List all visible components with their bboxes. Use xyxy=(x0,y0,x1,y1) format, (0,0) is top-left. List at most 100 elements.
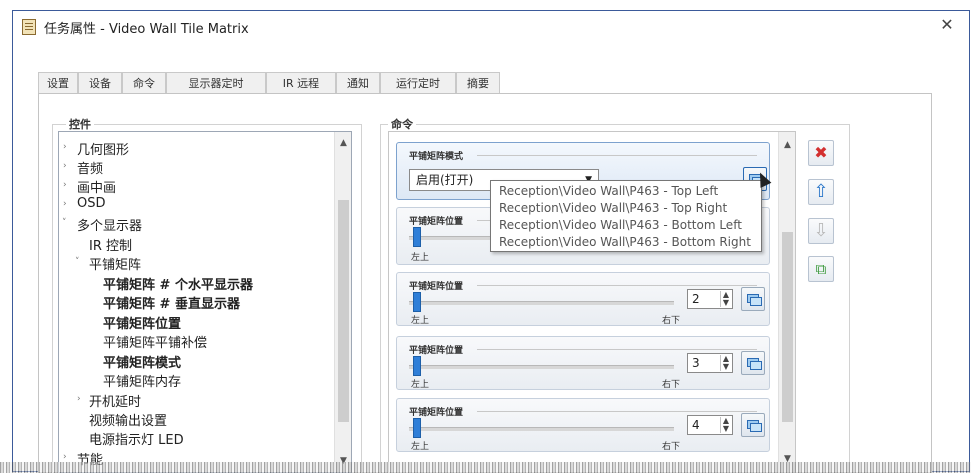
command-card-position-2[interactable]: 平铺矩阵位置 左上 右下 2 ▲ ▼ xyxy=(396,272,770,326)
scroll-up-arrow[interactable]: ▲ xyxy=(779,140,795,150)
close-button[interactable]: ✕ xyxy=(936,14,958,36)
position-value: 3 xyxy=(692,356,700,370)
copy-command-button[interactable]: ⧉ xyxy=(808,256,834,282)
commands-scrollbar[interactable]: ▲ ▼ xyxy=(778,132,795,472)
delete-icon: ✖ xyxy=(814,143,828,162)
slider-min-label: 左上 xyxy=(411,253,430,263)
command-title: 平铺矩阵位置 xyxy=(409,282,464,292)
tree-item-tile-matrix[interactable]: 平铺矩阵 xyxy=(89,254,141,273)
collapse-arrow-icon[interactable]: ˅ xyxy=(75,257,80,267)
position-slider-thumb[interactable] xyxy=(413,292,421,312)
tree-item-geometry[interactable]: 几何图形 xyxy=(77,139,129,158)
tab-commands[interactable]: 命令 xyxy=(122,72,166,94)
controls-label: 控件 xyxy=(66,116,94,132)
expand-arrow-icon[interactable]: › xyxy=(63,199,67,209)
monitor-icon xyxy=(750,423,762,432)
position-slider-thumb[interactable] xyxy=(413,356,421,376)
command-title: 平铺矩阵位置 xyxy=(409,346,464,356)
divider xyxy=(477,155,757,156)
position-value: 2 xyxy=(692,292,700,306)
tree-scrollbar[interactable]: ▲ ▼ xyxy=(334,132,351,472)
move-up-button[interactable]: ⇧ xyxy=(808,179,834,205)
stepper-arrows[interactable]: ▲ ▼ xyxy=(720,355,731,371)
position-stepper[interactable]: 2 ▲ ▼ xyxy=(687,289,733,309)
tree-item-osd[interactable]: OSD xyxy=(77,196,106,211)
command-title: 平铺矩阵位置 xyxy=(409,217,464,227)
divider xyxy=(477,411,757,412)
tab-notifications[interactable]: 通知 xyxy=(336,72,380,94)
position-value: 4 xyxy=(692,418,700,432)
delete-command-button[interactable]: ✖ xyxy=(808,140,834,166)
task-properties-icon xyxy=(22,19,36,35)
expand-arrow-icon[interactable]: › xyxy=(77,394,81,404)
monitor-icon xyxy=(750,297,762,306)
tree-item-pip[interactable]: 画中画 xyxy=(77,177,116,196)
position-stepper[interactable]: 4 ▲ ▼ xyxy=(687,415,733,435)
position-slider-track[interactable] xyxy=(409,427,674,431)
expand-arrow-icon[interactable]: › xyxy=(63,161,67,171)
controls-tree[interactable]: › 几何图形 › 音频 › 画中画 › OSD ˅ 多个显示器 IR 控制 ˅ … xyxy=(58,131,352,473)
divider xyxy=(477,285,757,286)
tree-item-power-on-delay[interactable]: 开机延时 xyxy=(89,391,141,410)
position-stepper[interactable]: 3 ▲ ▼ xyxy=(687,353,733,373)
tree-item-h-monitors[interactable]: 平铺矩阵 # 个水平显示器 xyxy=(103,274,253,293)
tab-ir-remote[interactable]: IR 远程 xyxy=(266,72,336,94)
expand-arrow-icon[interactable]: › xyxy=(63,180,67,190)
tree-item-power-led[interactable]: 电源指示灯 LED xyxy=(89,429,184,448)
expand-arrow-icon[interactable]: › xyxy=(63,142,67,152)
collapse-arrow-icon[interactable]: ˅ xyxy=(62,218,67,228)
slider-min-label: 左上 xyxy=(411,380,430,390)
displays-popup: Reception\Video Wall\P463 - Top Left Rec… xyxy=(490,180,762,252)
window-title: 任务属性 - Video Wall Tile Matrix xyxy=(44,22,249,37)
slider-max-label: 右下 xyxy=(662,442,681,452)
tab-display-timing[interactable]: 显示器定时 xyxy=(166,72,266,94)
tree-item-compensation[interactable]: 平铺矩阵平铺补偿 xyxy=(103,332,207,351)
command-title: 平铺矩阵模式 xyxy=(409,152,464,162)
select-displays-button[interactable] xyxy=(741,287,765,311)
select-displays-button[interactable] xyxy=(741,413,765,437)
command-title: 平铺矩阵位置 xyxy=(409,408,464,418)
divider xyxy=(477,349,757,350)
scroll-thumb[interactable] xyxy=(782,232,793,422)
slider-min-label: 左上 xyxy=(411,316,430,326)
slider-min-label: 左上 xyxy=(411,442,430,452)
bottom-edge xyxy=(0,462,971,473)
copy-icon: ⧉ xyxy=(815,260,827,278)
tab-devices[interactable]: 设备 xyxy=(78,72,122,94)
popup-display-item: Reception\Video Wall\P463 - Bottom Right xyxy=(499,235,751,249)
slider-max-label: 右下 xyxy=(662,316,681,326)
position-slider-track[interactable] xyxy=(409,301,674,305)
popup-display-item: Reception\Video Wall\P463 - Top Right xyxy=(499,201,728,215)
arrow-down-icon: ⇩ xyxy=(813,220,829,241)
arrow-up-icon: ⇧ xyxy=(813,181,829,202)
stepper-arrows[interactable]: ▲ ▼ xyxy=(720,291,731,307)
popup-display-item: Reception\Video Wall\P463 - Bottom Left xyxy=(499,218,742,232)
command-card-position-3[interactable]: 平铺矩阵位置 左上 右下 3 ▲ ▼ xyxy=(396,336,770,390)
tree-item-audio[interactable]: 音频 xyxy=(77,158,103,177)
tab-summary[interactable]: 摘要 xyxy=(456,72,500,94)
move-down-button[interactable]: ⇩ xyxy=(808,218,834,244)
command-card-position-4[interactable]: 平铺矩阵位置 左上 右下 4 ▲ ▼ xyxy=(396,398,770,452)
position-slider-track[interactable] xyxy=(409,365,674,369)
tab-run-timing[interactable]: 运行定时 xyxy=(380,72,456,94)
mode-dropdown-value: 启用(打开) xyxy=(416,173,474,187)
tree-item-mode[interactable]: 平铺矩阵模式 xyxy=(103,352,181,371)
select-displays-button[interactable] xyxy=(741,351,765,375)
position-slider-thumb[interactable] xyxy=(413,418,421,438)
tree-item-multi-display[interactable]: 多个显示器 xyxy=(77,215,142,234)
tab-settings[interactable]: 设置 xyxy=(38,72,78,94)
tree-item-memory[interactable]: 平铺矩阵内存 xyxy=(103,371,181,390)
tree-item-v-monitors[interactable]: 平铺矩阵 # 垂直显示器 xyxy=(103,293,240,312)
tree-item-video-output[interactable]: 视频输出设置 xyxy=(89,410,167,429)
slider-max-label: 右下 xyxy=(662,380,681,390)
scroll-thumb[interactable] xyxy=(338,200,349,422)
expand-arrow-icon[interactable]: › xyxy=(63,452,67,462)
commands-label: 命令 xyxy=(388,116,416,132)
monitor-icon xyxy=(750,361,762,370)
scroll-up-arrow[interactable]: ▲ xyxy=(335,138,351,148)
popup-display-item: Reception\Video Wall\P463 - Top Left xyxy=(499,184,719,198)
stepper-arrows[interactable]: ▲ ▼ xyxy=(720,417,731,433)
tree-item-ir-control[interactable]: IR 控制 xyxy=(89,235,132,254)
position-slider-thumb[interactable] xyxy=(413,227,421,247)
tree-item-position[interactable]: 平铺矩阵位置 xyxy=(103,313,181,332)
